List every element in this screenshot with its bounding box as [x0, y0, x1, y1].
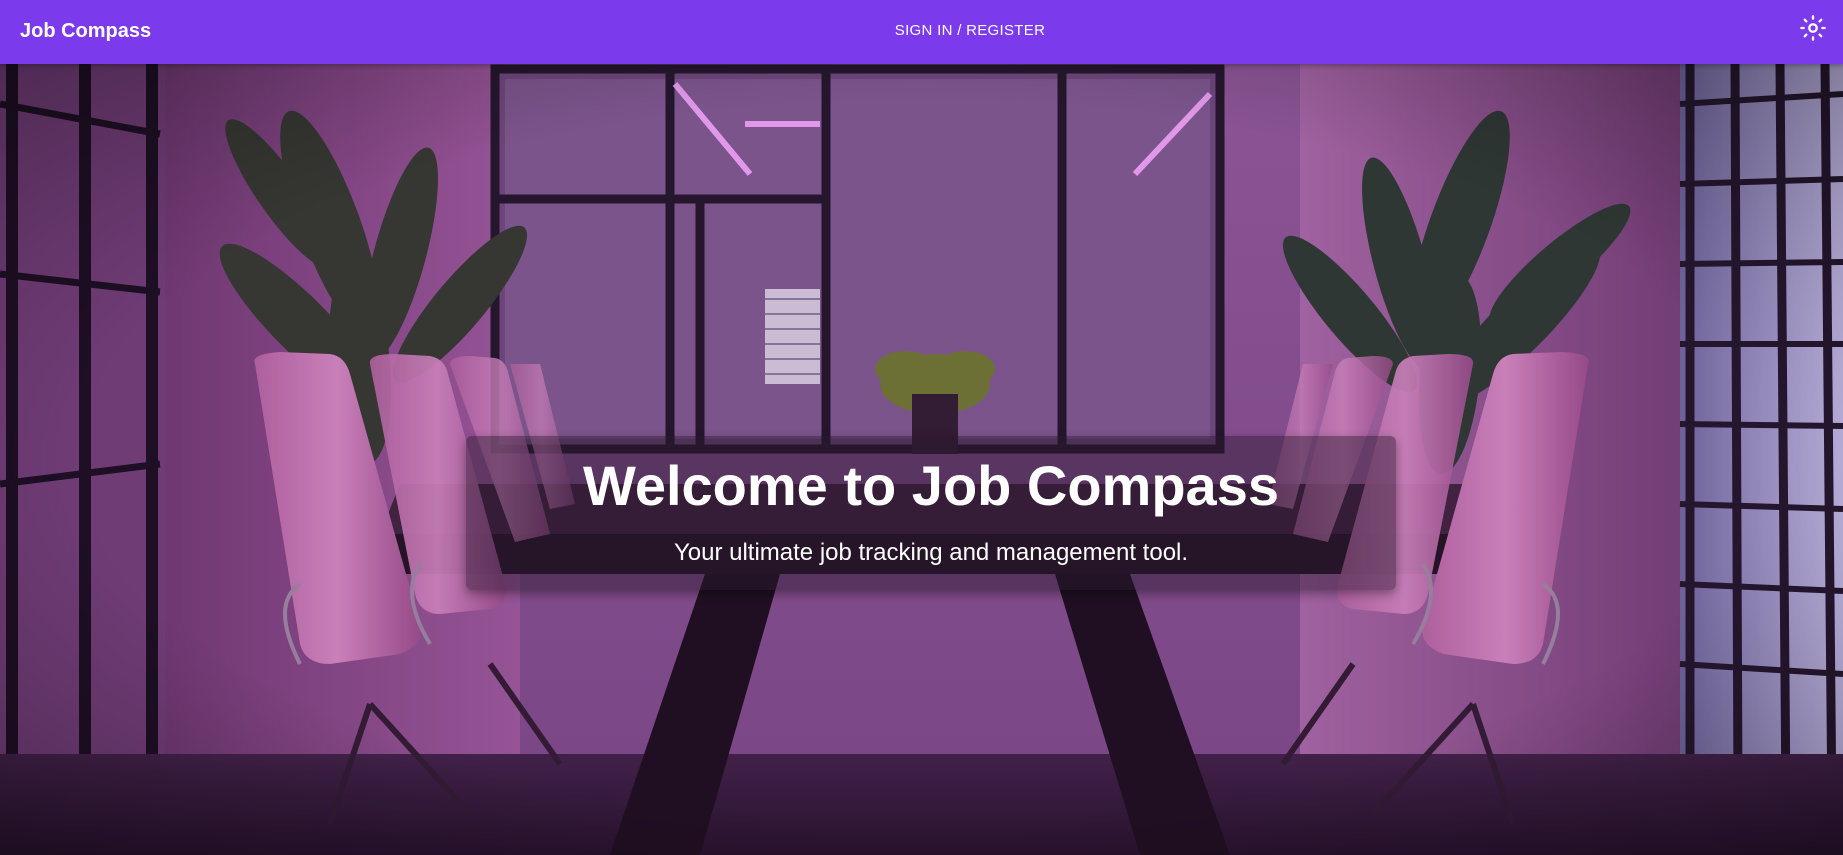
hero-text-panel: Welcome to Job Compass Your ultimate job…	[466, 436, 1396, 590]
nav-container: SIGN IN / REGISTER	[0, 0, 1843, 64]
hero-section: Welcome to Job Compass Your ultimate job…	[0, 64, 1843, 855]
hero-title: Welcome to Job Compass	[582, 454, 1279, 517]
sun-icon	[1800, 15, 1826, 41]
hero-subtitle: Your ultimate job tracking and managemen…	[673, 539, 1189, 566]
sign-in-register-link[interactable]: SIGN IN / REGISTER	[895, 22, 1045, 39]
theme-toggle-button[interactable]	[1799, 14, 1827, 42]
app-bar: Job Compass SIGN IN / REGISTER	[0, 0, 1843, 64]
brand-logo-link[interactable]: Job Compass	[20, 0, 151, 64]
